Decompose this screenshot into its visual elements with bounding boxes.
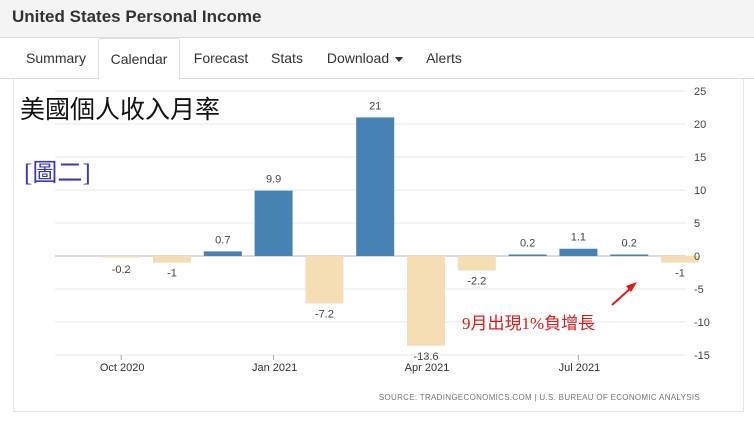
y-tick-label: 20 (694, 119, 706, 131)
bar (356, 117, 395, 257)
data-label: 0.2 (520, 238, 535, 250)
x-tick-label: Oct 2020 (100, 362, 145, 374)
y-tick-label: 5 (694, 218, 700, 230)
figure-label: [圖二] (24, 160, 91, 187)
data-label: 0.2 (622, 238, 637, 250)
data-label: 9.9 (266, 174, 281, 186)
bar-series (102, 117, 699, 346)
source-note: SOURCE: TRADINGECONOMICS.COM | U.S. BURE… (379, 393, 700, 402)
y-axis: 25 20 15 10 5 0 -5 -10 -15 (694, 86, 710, 362)
data-label: -2.2 (467, 276, 486, 288)
annotation-arrow (611, 286, 633, 306)
y-tick-label: -5 (694, 284, 704, 296)
data-label: -1 (675, 268, 685, 280)
bar (407, 256, 445, 346)
bar (102, 256, 141, 258)
bar (457, 256, 496, 271)
x-tick-label: Jul 2021 (559, 362, 601, 374)
y-tick-label: 15 (694, 152, 706, 164)
y-tick-label: -15 (694, 350, 710, 362)
bar (254, 190, 293, 256)
x-axis: Oct 2020 Jan 2021 Apr 2021 Jul 2021 (100, 355, 600, 374)
bar (559, 248, 598, 256)
overlay-heading: 美國個人收入月率 (20, 96, 220, 124)
y-tick-label: 0 (694, 251, 700, 263)
data-label: 1.1 (571, 232, 586, 244)
annotation-text: 9月出現1%負增長 (462, 314, 595, 333)
bar (610, 254, 649, 256)
data-label: -7.2 (315, 309, 334, 321)
value-labels: -0.2 -10.79.9-7.221-13.6-2.20.2 1.1 0.2-1 (112, 100, 685, 362)
y-tick-label: 25 (694, 86, 706, 98)
y-tick-label: -10 (694, 317, 710, 329)
bar (508, 254, 547, 256)
bar (305, 256, 344, 304)
x-tick-label: Jan 2021 (252, 362, 297, 374)
bar (203, 251, 242, 256)
y-tick-label: 10 (694, 185, 706, 197)
data-label: 21 (369, 100, 381, 112)
chart-canvas: -0.2 -10.79.9-7.221-13.6-2.20.2 1.1 0.2-1 2… (20, 86, 710, 402)
data-label: 0.7 (215, 234, 230, 246)
data-label: -1 (167, 268, 177, 280)
data-label: -0.2 (112, 264, 131, 276)
bar (153, 256, 191, 263)
x-tick-label: Apr 2021 (405, 362, 450, 374)
